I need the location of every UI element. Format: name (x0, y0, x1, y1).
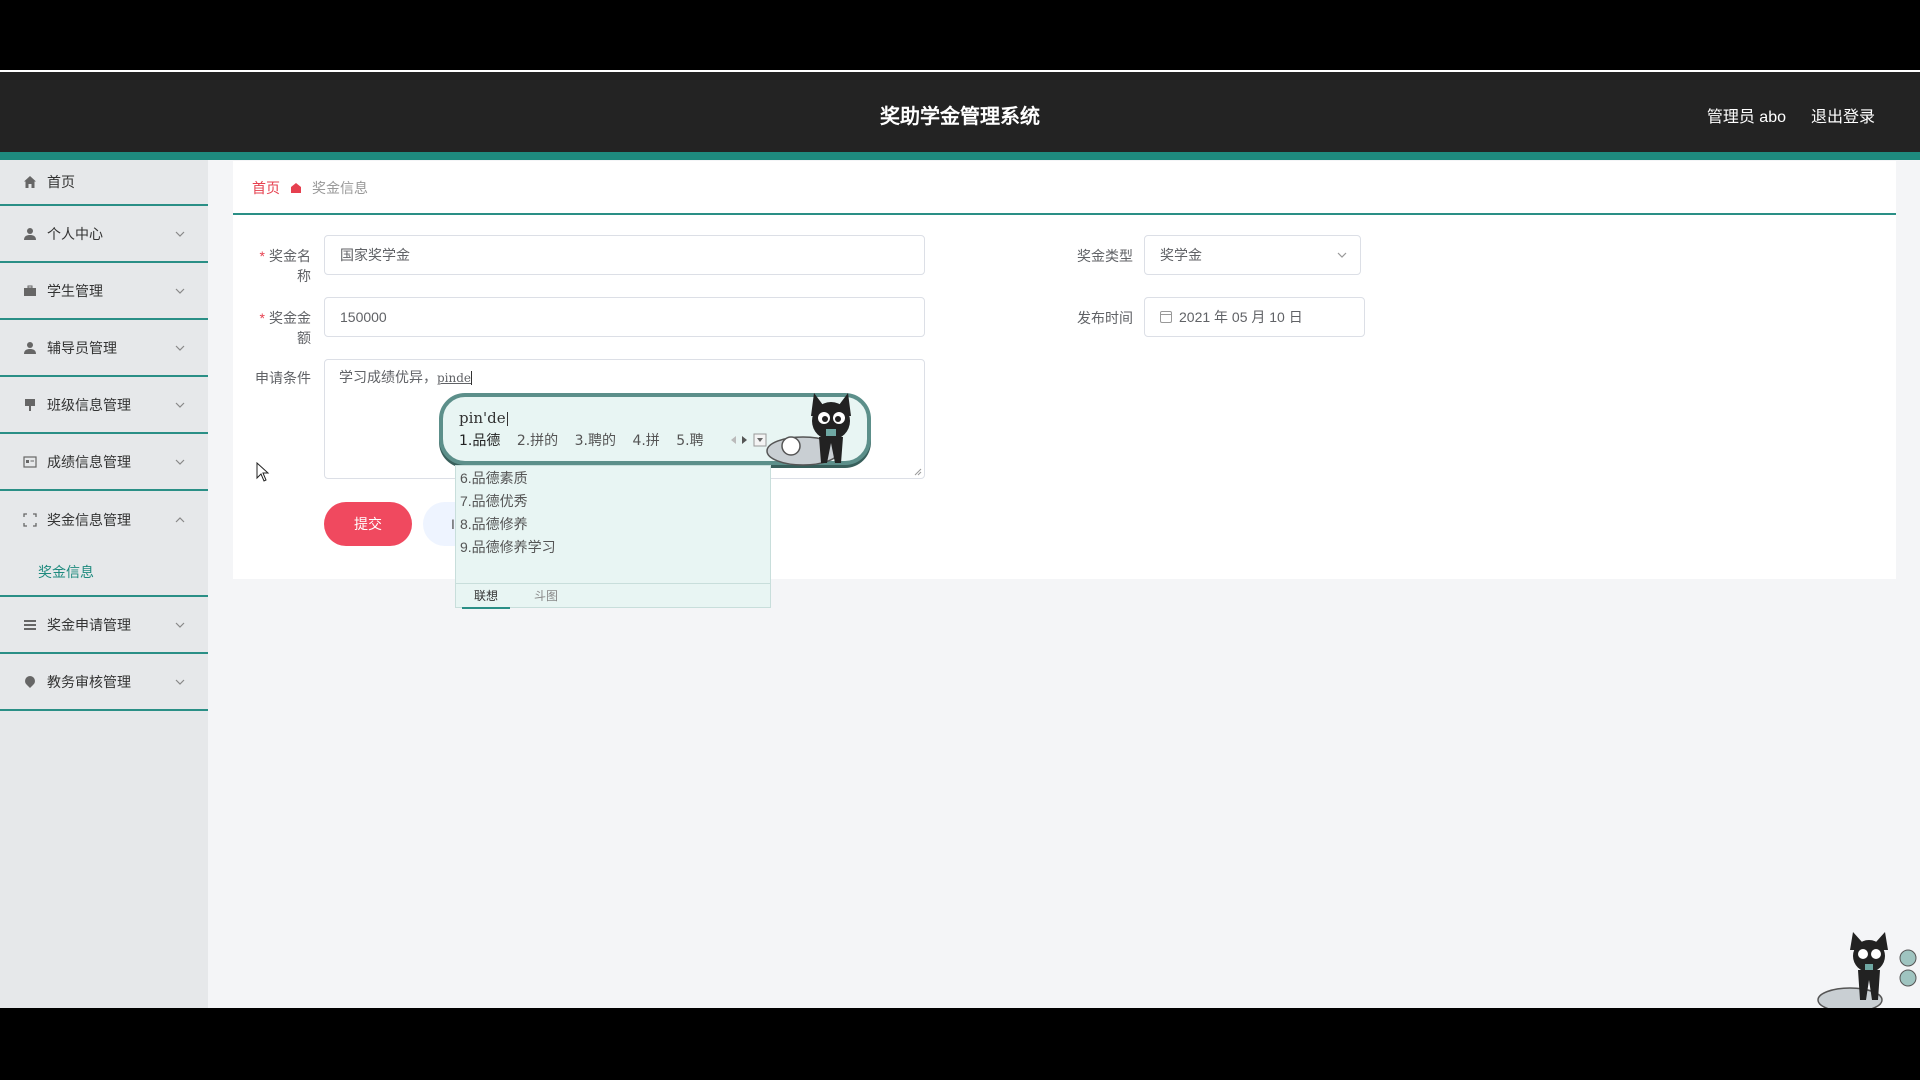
sidebar-item-review[interactable]: 教务审核管理 (0, 654, 208, 711)
breadcrumb: 首页 奖金信息 (252, 178, 368, 198)
name-label: * 奖金名称 (259, 248, 311, 284)
ime-mascot-icon (766, 393, 851, 466)
resize-grip-icon[interactable] (914, 468, 922, 476)
logout-link[interactable]: 退出登录 (1811, 103, 1875, 127)
top-header: 奖助学金管理系统 管理员 abo 退出登录 (0, 72, 1920, 152)
user-icon (22, 340, 38, 356)
briefcase-icon (22, 283, 38, 299)
ime-tab-sticker[interactable]: 斗图 (534, 587, 558, 604)
text-caret (471, 371, 473, 386)
expand-icon (22, 512, 38, 528)
app-window: 奖助学金管理系统 管理员 abo 退出登录 首页 个人中心 学生管理 辅导员管理… (0, 72, 1920, 1008)
submit-button[interactable]: 提交 (324, 502, 412, 546)
sidebar-item-label: 首页 (47, 174, 75, 190)
ime-candidate[interactable]: 3.聘的 (575, 433, 616, 449)
ime-candidate[interactable]: 4.拼 (632, 433, 659, 449)
chevron-down-icon (175, 231, 185, 237)
sidebar-item-counselors[interactable]: 辅导员管理 (0, 320, 208, 377)
scholarship-type-select[interactable]: 奖学金 (1144, 235, 1361, 275)
breadcrumb-home[interactable]: 首页 (252, 178, 280, 198)
sidebar-item-students[interactable]: 学生管理 (0, 263, 208, 320)
chevron-up-icon (175, 516, 185, 522)
sidebar-subitem-scholarship-info[interactable]: 奖金信息 (0, 548, 208, 597)
chevron-down-icon (175, 288, 185, 294)
amount-label: * 奖金金额 (259, 310, 311, 346)
sidebar-item-home[interactable]: 首页 (0, 160, 208, 206)
user-icon (22, 226, 38, 242)
mouse-cursor-icon (256, 462, 270, 482)
sidebar: 首页 个人中心 学生管理 辅导员管理 班级信息管理 成绩信息管理 奖金信息管理 … (0, 160, 208, 1008)
publish-date-picker[interactable]: 2021 年 05 月 10 日 (1144, 297, 1365, 337)
sidebar-item-label: 学生管理 (47, 282, 103, 299)
chevron-down-icon (1337, 252, 1347, 258)
app-title: 奖助学金管理系统 (880, 106, 1040, 128)
home-small-icon (291, 183, 301, 193)
sidebar-item-label: 成绩信息管理 (47, 453, 131, 470)
letterbox-bottom (0, 1008, 1920, 1080)
chevron-down-icon (175, 622, 185, 628)
sidebar-item-classes[interactable]: 班级信息管理 (0, 377, 208, 434)
condition-composing-text: pinde (437, 371, 472, 385)
date-label: 发布时间 (1077, 310, 1133, 326)
sidebar-item-label: 教务审核管理 (47, 673, 131, 690)
ime-pinyin: pin'de (459, 409, 508, 427)
ime-candidate[interactable]: 9.品德修养学习 (456, 535, 770, 558)
ime-expanded-list: 6.品德素质 7.品德优秀 8.品德修养 9.品德修养学习 (455, 465, 771, 584)
ime-tab-assoc[interactable]: 联想 (461, 587, 511, 609)
ime-candidate[interactable]: 8.品德修养 (456, 512, 770, 535)
condition-label: 申请条件 (255, 370, 311, 386)
current-user: 管理员 abo (1706, 109, 1786, 126)
list-icon (22, 617, 38, 633)
flag-icon (22, 397, 38, 413)
ime-tabs: 联想 斗图 (455, 584, 771, 609)
calendar-icon (1160, 311, 1172, 323)
sidebar-item-label: 班级信息管理 (47, 396, 131, 413)
ime-candidate[interactable]: 7.品德优秀 (456, 489, 770, 512)
type-selected-value: 奖学金 (1160, 247, 1202, 263)
ime-candidate[interactable]: 1.品德 (459, 433, 500, 449)
chevron-down-icon (175, 402, 185, 408)
scholarship-amount-input[interactable]: 150000 (324, 297, 925, 337)
pin-icon (22, 674, 38, 690)
scholarship-name-input[interactable]: 国家奖学金 (324, 235, 925, 275)
chevron-down-icon (175, 679, 185, 685)
publish-date-value: 2021 年 05 月 10 日 (1179, 309, 1303, 325)
content-divider (233, 213, 1896, 215)
breadcrumb-current: 奖金信息 (312, 180, 368, 196)
ime-candidate[interactable]: 2.拼的 (517, 433, 558, 449)
chevron-down-icon (175, 345, 185, 351)
chevron-down-icon (175, 459, 185, 465)
letterbox-top (0, 0, 1920, 72)
type-label: 奖金类型 (1077, 248, 1133, 264)
sidebar-item-label: 奖金信息管理 (47, 511, 131, 528)
ime-candidate[interactable]: 6.品德素质 (456, 466, 770, 489)
corner-mascot-icon (1817, 932, 1917, 1008)
ime-candidate-window: pin'de 1.品德 2.拼的 3.聘的 4.拼 5.聘 6.品德素质 7.品… (439, 393, 871, 630)
sidebar-item-grades[interactable]: 成绩信息管理 (0, 434, 208, 491)
sidebar-item-personal[interactable]: 个人中心 (0, 206, 208, 263)
ime-candidate-row: 1.品德 2.拼的 3.聘的 4.拼 5.聘 (459, 430, 716, 450)
sidebar-item-label: 辅导员管理 (47, 339, 117, 356)
sidebar-item-label: 个人中心 (47, 225, 103, 242)
ime-candidate[interactable]: 5.聘 (676, 433, 703, 449)
condition-text: 学习成绩优异， (339, 369, 437, 385)
sidebar-item-scholarships[interactable]: 奖金信息管理 (0, 491, 208, 548)
sidebar-item-label: 奖金申请管理 (47, 616, 131, 633)
sidebar-item-applications[interactable]: 奖金申请管理 (0, 597, 208, 654)
header-accent-bar (0, 152, 1920, 160)
home-icon (22, 174, 38, 190)
card-icon (22, 454, 38, 470)
